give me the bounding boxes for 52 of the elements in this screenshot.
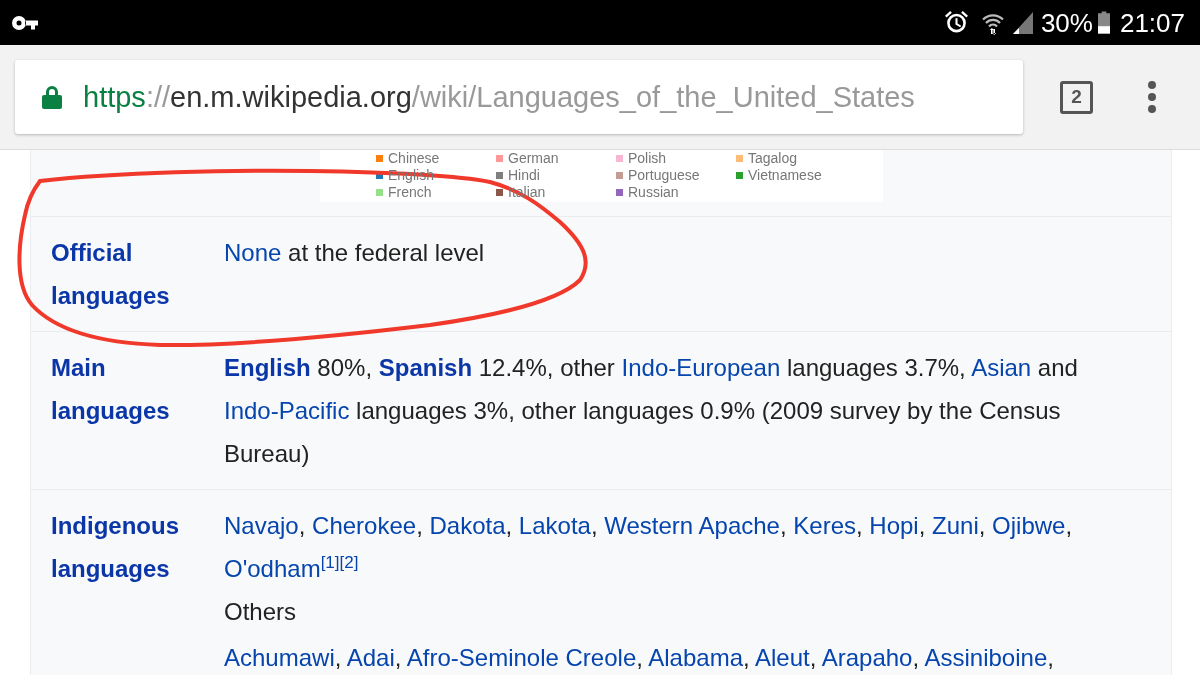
wiki-link[interactable]: Keres [793, 512, 856, 539]
wiki-link[interactable]: Spanish [378, 354, 473, 381]
wiki-link[interactable]: Hopi [869, 512, 919, 539]
battery-icon [1097, 11, 1110, 34]
wiki-link[interactable]: Indo-European [621, 354, 781, 381]
list-heading: Others [224, 597, 298, 627]
legend-label: Polish [628, 150, 667, 167]
wiki-link[interactable]: Achumawi [224, 644, 335, 671]
wiki-link[interactable]: Western Apache [604, 512, 780, 539]
address-bar[interactable]: https://en.m.wikipedia.org/wiki/Languages_of_the_United_States [15, 60, 1023, 134]
wiki-link[interactable]: Aleut [755, 644, 810, 671]
legend-label: German [508, 150, 559, 167]
more-options-icon [1148, 81, 1156, 113]
wiki-link[interactable]: Alabama [648, 644, 743, 671]
lock-icon [42, 85, 62, 109]
reference-link[interactable]: [2] [339, 553, 359, 572]
url-text: https://en.m.wikipedia.org/wiki/Languages_of_the_United_States [83, 80, 915, 114]
wiki-link[interactable]: Asian [971, 354, 1032, 381]
language-list: Achumawi, Adai, Afro-Seminole Creole, Alabama, Aleut, Arapaho, Assiniboine, [224, 636, 1151, 675]
label-link[interactable]: Indigenous languages [51, 504, 201, 590]
wiki-link[interactable]: Adai [346, 644, 395, 671]
reference-link[interactable]: [1] [320, 553, 340, 572]
wiki-link[interactable]: Dakota [429, 512, 506, 539]
wiki-link[interactable]: Indo-Pacific [224, 397, 350, 424]
infobox-value: English 80%, Spanish 12.4%, other Indo-European languages 3.7%, Asian and Indo-Pacific languages 3%, other languages 0.9% (2009 survey by the Census Bureau) [224, 353, 1079, 469]
wiki-link[interactable]: O'odham [224, 555, 321, 582]
tab-switcher-button[interactable]: 2 [1060, 80, 1093, 114]
legend-label: Russian [628, 184, 679, 201]
legend-label: Vietnamese [748, 167, 822, 184]
legend-label: French [388, 184, 432, 201]
clock-time: 21:07 [1119, 7, 1185, 38]
wiki-link[interactable]: Ojibwe [992, 512, 1066, 539]
legend-label: Tagalog [748, 150, 798, 167]
key-icon [12, 15, 38, 30]
wiki-link[interactable]: Afro-Seminole Creole [406, 644, 637, 671]
alarm-clock-icon [943, 10, 969, 35]
wiki-link[interactable]: Cherokee [312, 512, 417, 539]
wiki-link[interactable]: Navajo [224, 512, 299, 539]
wiki-link[interactable]: Arapaho [821, 644, 913, 671]
wiki-link[interactable]: English [224, 354, 311, 381]
legend-label: Chinese [388, 150, 440, 167]
wiki-link[interactable]: Assiniboine [924, 644, 1048, 671]
legend-label: Hindi [508, 167, 540, 184]
legend-label: Portuguese [628, 167, 700, 184]
wiki-link[interactable]: None [224, 239, 282, 266]
wiki-link[interactable]: Lakota [518, 512, 591, 539]
label-link[interactable]: Main languages [51, 346, 201, 432]
signal-icon [1012, 11, 1033, 34]
battery-percent: 30% [1040, 7, 1093, 38]
infobox-value: None at the federal level [224, 238, 486, 268]
label-link[interactable]: Official languages [51, 231, 201, 317]
wiki-link[interactable]: Zuni [932, 512, 979, 539]
